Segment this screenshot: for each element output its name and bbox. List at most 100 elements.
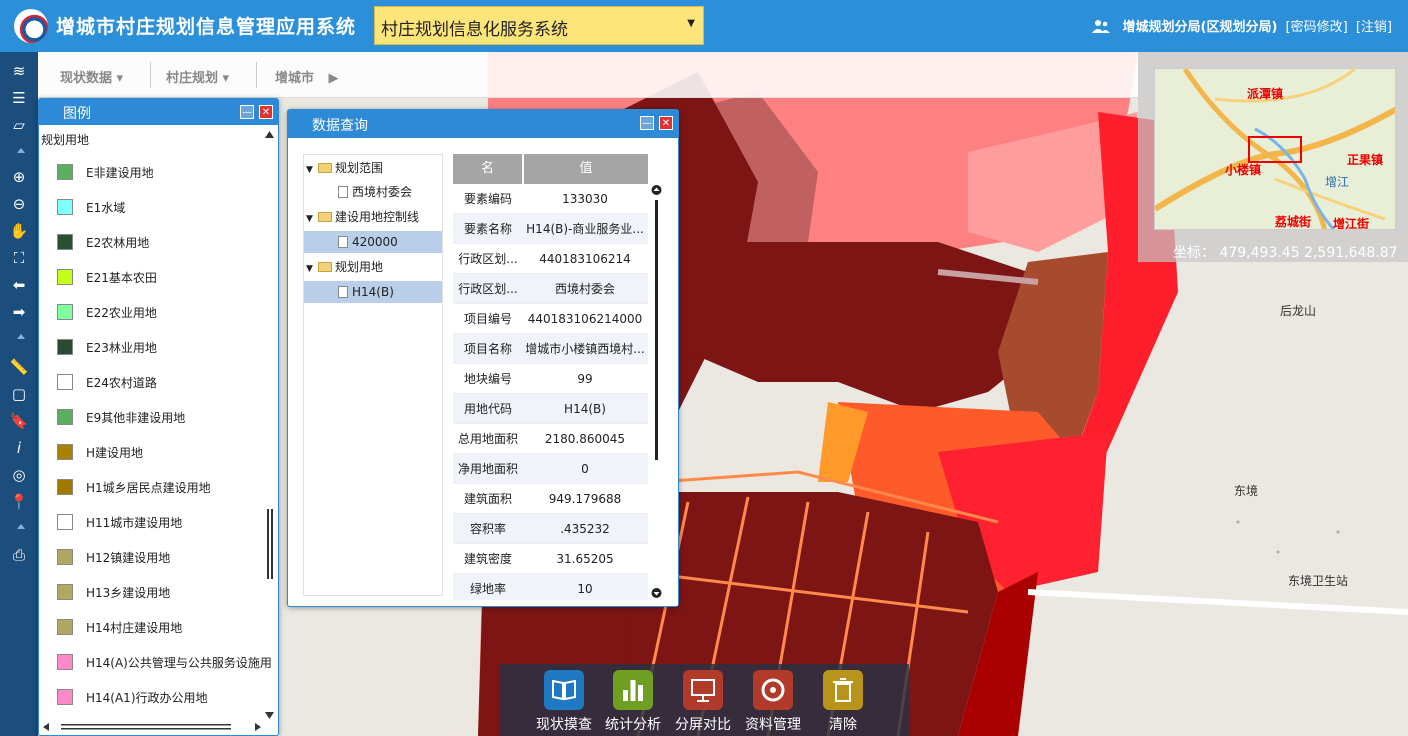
table-row[interactable]: 项目编号 440183106214000 — [453, 304, 648, 334]
zoom-in-icon[interactable]: ⊕ — [0, 164, 38, 190]
tree-node-planned-land[interactable]: ▼ 规划用地 — [306, 256, 383, 278]
legend-horizontal-scrollbar[interactable] — [41, 721, 263, 733]
statistics-button[interactable]: 统计分析 — [600, 670, 666, 733]
nav-village-plan-label: 村庄规划 — [166, 71, 219, 86]
grid-header-value: 值 — [524, 154, 648, 184]
folder-icon — [318, 262, 332, 272]
user-name: 增城规划分局(区规划分局) — [1122, 20, 1278, 35]
overview-minimap[interactable]: 派潭镇 小楼镇 正果镇 增江 荔城街 增江街 坐标： 479,493.45 2,… — [1138, 52, 1408, 262]
legend-item-label: E2农林用地 — [86, 236, 150, 250]
full-extent-icon[interactable]: ⛶ — [0, 245, 38, 271]
list-icon[interactable]: ☰ — [0, 85, 38, 111]
tree-node-control-line[interactable]: ▼ 建设用地控制线 — [306, 206, 419, 228]
table-row[interactable]: 建筑密度 31.65205 — [453, 544, 648, 574]
legend-item-label: E9其他非建设用地 — [86, 411, 186, 425]
back-arrow-icon[interactable]: ⬅ — [0, 272, 38, 298]
print-icon[interactable]: ⎙ — [0, 542, 38, 568]
row-value: H14(B) — [564, 402, 606, 416]
bookmark-icon[interactable]: 🔖 — [0, 408, 38, 434]
aperture-icon — [753, 670, 793, 710]
tree-node-planning-scope[interactable]: ▼ 规划范围 — [306, 157, 383, 179]
table-row[interactable]: 总用地面积 2180.860045 — [453, 424, 648, 454]
row-key: 建筑面积 — [463, 492, 512, 506]
row-value: 949.179688 — [548, 492, 622, 506]
query-title: 数据查询 — [312, 118, 368, 134]
row-key: 地块编号 — [463, 372, 512, 386]
split-compare-label: 分屏对比 — [675, 717, 731, 733]
query-scrollbar[interactable] — [650, 184, 663, 600]
legend-swatch — [57, 199, 73, 215]
forward-arrow-icon[interactable]: ➡ — [0, 299, 38, 325]
table-row[interactable]: 绿地率 10 — [453, 574, 648, 600]
toolbar-separator — [17, 334, 25, 339]
expand-triangle-icon[interactable]: ▼ — [306, 258, 318, 280]
legend-item-label: E22农业用地 — [86, 306, 157, 320]
tree-node-420000[interactable]: 420000 — [304, 231, 442, 253]
minimize-icon[interactable]: — — [240, 105, 254, 119]
row-key: 行政区划... — [458, 252, 518, 266]
folder-icon — [318, 163, 332, 173]
split-compare-button[interactable]: 分屏对比 — [670, 670, 736, 733]
legend-item-label: H建设用地 — [86, 446, 144, 460]
pin-icon[interactable]: 📍 — [0, 489, 38, 515]
breadcrumb-navbar: 现状数据 ▾ 村庄规划 ▾ 增城市 ▶ — [38, 52, 1138, 98]
legend-swatch — [57, 514, 73, 530]
tree-node-h14b[interactable]: H14(B) — [304, 281, 442, 303]
layers-icon[interactable]: ≋ — [0, 58, 38, 84]
survey-button[interactable]: 现状摸查 — [531, 670, 597, 733]
clear-label: 清除 — [829, 717, 857, 733]
tree-node-label: 规划用地 — [335, 260, 384, 274]
row-value: 133030 — [562, 192, 608, 206]
table-row[interactable]: 净用地面积 0 — [453, 454, 648, 484]
pan-hand-icon[interactable]: ✋ — [0, 218, 38, 244]
locate-icon[interactable]: ◎ — [0, 462, 38, 488]
system-select-dropdown[interactable]: 村庄规划信息化服务系统 ▼ — [374, 6, 704, 45]
logout-link[interactable]: [注销] — [1356, 20, 1392, 35]
table-row[interactable]: 用地代码 H14(B) — [453, 394, 648, 424]
nav-village-plan[interactable]: 村庄规划 ▾ — [166, 67, 229, 86]
table-row[interactable]: 容积率 .435232 — [453, 514, 648, 544]
close-icon[interactable]: ✕ — [259, 105, 273, 119]
info-icon[interactable]: i — [0, 435, 38, 461]
select-box-icon[interactable]: ▢ — [0, 381, 38, 407]
file-icon — [338, 186, 348, 198]
zoom-out-icon[interactable]: ⊖ — [0, 191, 38, 217]
coordinate-label: 坐标： — [1173, 245, 1215, 261]
legend-item-label: H12镇建设用地 — [86, 551, 171, 565]
chevron-down-icon: ▼ — [687, 18, 695, 29]
minimap-label-xiaolou: 小楼镇 — [1225, 163, 1262, 177]
clear-button[interactable]: 清除 — [810, 670, 876, 733]
legend-scrollbar[interactable] — [264, 129, 275, 729]
nav-current-data[interactable]: 现状数据 ▾ — [60, 67, 123, 86]
table-row[interactable]: 项目名称 增城市小楼镇西境村... — [453, 334, 648, 364]
coordinate-readout: 坐标： 479,493.45 2,591,648.87 — [1173, 242, 1398, 262]
expand-triangle-icon[interactable]: ▼ — [306, 208, 318, 230]
table-row[interactable]: 行政区划... 西境村委会 — [453, 274, 648, 304]
table-row[interactable]: 建筑面积 949.179688 — [453, 484, 648, 514]
legend-item-label: H11城市建设用地 — [86, 516, 183, 530]
close-icon[interactable]: ✕ — [659, 116, 673, 130]
tree-node-label: 建设用地控制线 — [335, 210, 420, 224]
query-tree: ▼ 规划范围 西境村委会 ▼ 建设用地控制线 420000 ▼ 规划用地 H14(B) — [303, 154, 443, 596]
expand-triangle-icon[interactable]: ▼ — [306, 159, 318, 181]
measure-ruler-icon[interactable]: 📏 — [0, 354, 38, 380]
table-row[interactable]: 要素名称 H14(B)-商业服务业... — [453, 214, 648, 244]
table-row[interactable]: 行政区划... 440183106214 — [453, 244, 648, 274]
data-query-panel: 数据查询 — ✕ ▼ 规划范围 西境村委会 ▼ 建设用地控制线 420000 ▼ 规划… — [287, 109, 679, 607]
minimap-canvas[interactable]: 派潭镇 小楼镇 正果镇 增江 荔城街 增江街 — [1154, 68, 1396, 230]
tree-node-xijing-village[interactable]: 西境村委会 — [338, 181, 412, 203]
nav-zengcheng[interactable]: 增城市 ▶ — [275, 67, 339, 86]
map-label-dongjing-clinic: 东境卫生站 — [1288, 574, 1349, 588]
trash-icon — [823, 670, 863, 710]
legend-swatch — [57, 339, 73, 355]
nav-zengcheng-label: 增城市 — [275, 71, 315, 86]
eraser-icon[interactable]: ▱ — [0, 112, 38, 138]
table-row[interactable]: 要素编码 133030 — [453, 184, 648, 214]
minimize-icon[interactable]: — — [640, 116, 654, 130]
change-password-link[interactable]: [密码修改] — [1286, 20, 1348, 35]
map-label-dongjing: 东境 — [1234, 484, 1259, 498]
row-value: H14(B)-商业服务业... — [526, 222, 644, 236]
document-manage-button[interactable]: 资料管理 — [740, 670, 806, 733]
minimap-label-zengjiangjie: 增江街 — [1333, 217, 1370, 230]
table-row[interactable]: 地块编号 99 — [453, 364, 648, 394]
